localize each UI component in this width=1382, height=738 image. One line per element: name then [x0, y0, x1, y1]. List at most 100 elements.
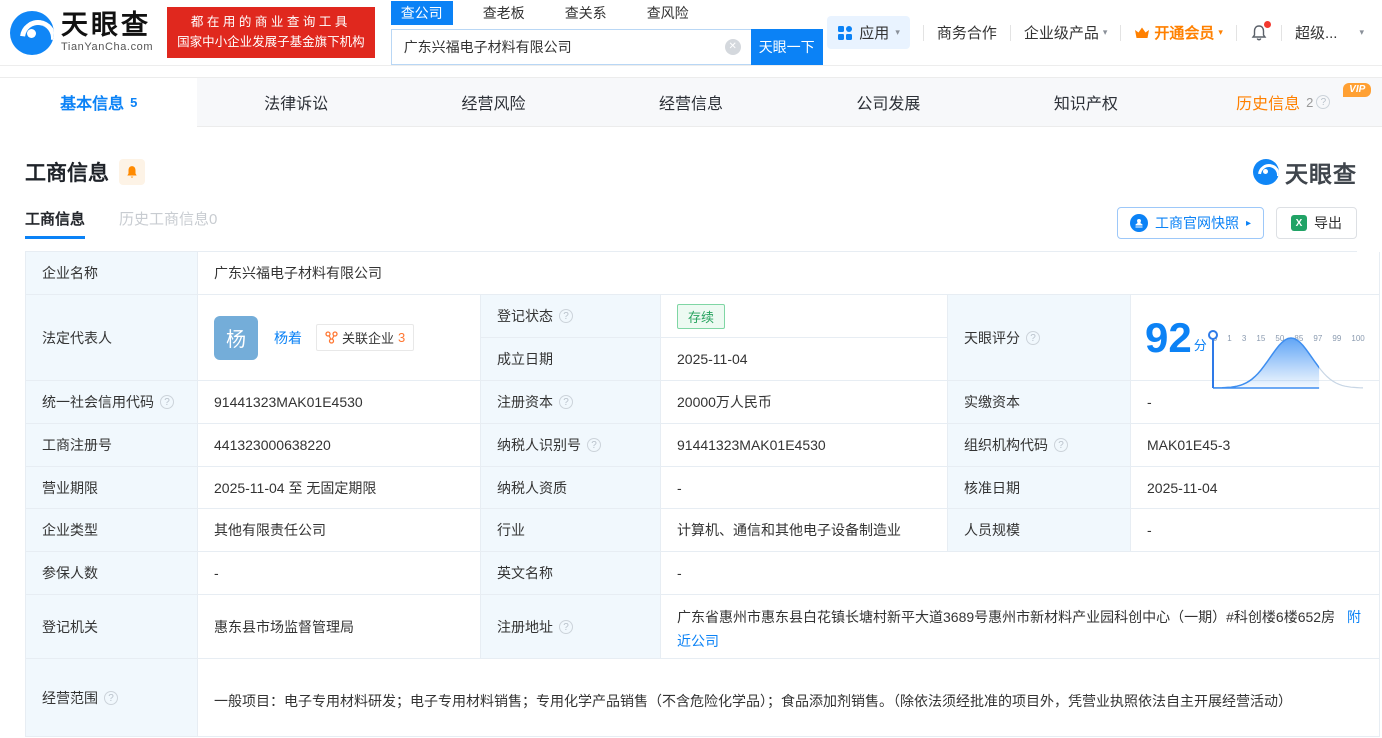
help-icon[interactable]: ?	[559, 395, 573, 409]
label-text: 参保人数	[42, 563, 98, 583]
promo-line2: 国家中小企业发展子基金旗下机构	[177, 33, 365, 52]
field-value-industry: 计算机、通信和其他电子设备制造业	[661, 509, 948, 552]
field-value-credit-code: 91441323MAK01E4530	[198, 381, 481, 424]
value-text: 惠东县市场监督管理局	[214, 617, 354, 637]
value-text: -	[214, 565, 219, 581]
nav-biz-cooperation[interactable]: 商务合作	[937, 22, 997, 43]
tab-operation-risk[interactable]: 经营风险	[395, 78, 592, 126]
tab-operation-info[interactable]: 经营信息	[592, 78, 789, 126]
value-text: -	[677, 480, 682, 496]
user-account[interactable]: 超级... ▾	[1295, 22, 1364, 43]
field-label-org-code: 组织机构代码 ?	[948, 424, 1131, 467]
tab-label: 法律诉讼	[264, 90, 328, 114]
field-label-company-name: 企业名称	[26, 252, 198, 295]
excel-icon: X	[1291, 215, 1307, 231]
business-info-table: 企业名称 广东兴福电子材料有限公司 法定代表人 杨 杨着 关联企业 3 登记状态…	[25, 251, 1357, 737]
score-distribution-chart: 0131550859799100	[1213, 332, 1365, 343]
search-tab-company[interactable]: 查公司	[391, 1, 453, 25]
search-tab-risk[interactable]: 查风险	[637, 1, 699, 25]
legal-rep-link[interactable]: 杨着	[274, 328, 302, 348]
label-text: 纳税人识别号	[497, 435, 581, 455]
divider	[1010, 25, 1011, 41]
tab-basic-info[interactable]: 基本信息 5	[0, 78, 197, 127]
tab-company-development[interactable]: 公司发展	[790, 78, 987, 126]
help-icon[interactable]: ?	[160, 395, 174, 409]
search-button[interactable]: 天眼一下	[751, 29, 823, 65]
field-value-approval-date: 2025-11-04	[1131, 467, 1380, 509]
value-text: 其他有限责任公司	[214, 520, 326, 540]
help-icon[interactable]: ?	[559, 309, 573, 323]
clear-icon[interactable]: ✕	[725, 39, 741, 55]
label-text: 注册资本	[497, 392, 553, 412]
subtab-history-business-info[interactable]: 历史工商信息0	[119, 208, 217, 239]
help-icon[interactable]: ?	[1054, 438, 1068, 452]
tab-label: 经营风险	[462, 90, 526, 114]
monitor-bell-button[interactable]	[119, 159, 145, 185]
help-icon[interactable]: ?	[1026, 331, 1040, 345]
value-text: -	[677, 565, 682, 581]
related-count: 3	[398, 330, 405, 345]
divider	[923, 25, 924, 41]
value-text: 441323000638220	[214, 437, 331, 453]
field-label-est-date: 成立日期	[481, 338, 661, 381]
search-tab-boss[interactable]: 查老板	[473, 1, 535, 25]
tab-label: 知识产权	[1054, 90, 1118, 114]
label-text: 工商注册号	[42, 435, 112, 455]
chevron-down-icon: ▾	[895, 27, 900, 38]
value-text: 2025-11-04 至 无固定期限	[214, 478, 376, 498]
search-input[interactable]	[391, 29, 751, 65]
label-text: 登记状态	[497, 306, 553, 326]
search-area: 查公司 查老板 查关系 查风险 ✕ 天眼一下	[391, 1, 823, 65]
tianyancha-logo-icon	[10, 11, 54, 55]
field-value-reg-capital: 20000万人民币	[661, 381, 948, 424]
notification-dot	[1264, 21, 1271, 28]
apps-menu[interactable]: 应用 ▾	[827, 16, 910, 49]
subtab-row: 工商信息 历史工商信息0 工商官网快照 ▸ X 导出	[25, 207, 1357, 239]
official-snapshot-button[interactable]: 工商官网快照 ▸	[1117, 207, 1264, 239]
field-value-english-name: -	[661, 552, 1380, 595]
value-text: 广东兴福电子材料有限公司	[214, 263, 382, 283]
label-text: 天眼评分	[964, 328, 1020, 348]
field-label-industry: 行业	[481, 509, 661, 552]
notification-bell[interactable]	[1250, 24, 1268, 42]
field-value-reg-address: 广东省惠州市惠东县白花镇长塘村新平大道3689号惠州市新材料产业园科创中心（一期…	[661, 595, 1380, 659]
field-label-business-scope: 经营范围 ?	[26, 659, 198, 737]
bell-icon	[125, 165, 139, 179]
help-icon[interactable]: ?	[587, 438, 601, 452]
subtab-business-info[interactable]: 工商信息	[25, 208, 85, 239]
stamp-icon	[1130, 214, 1148, 232]
scope-text: 一般项目：电子专用材料研发；电子专用材料销售；专用化学产品销售（不含危险化学品）…	[214, 693, 1292, 709]
tab-history-info[interactable]: VIP 历史信息 2 ?	[1185, 78, 1382, 126]
nav-enterprise-products[interactable]: 企业级产品 ▾	[1024, 22, 1108, 43]
tab-legal-litigation[interactable]: 法律诉讼	[197, 78, 394, 126]
header-nav: 应用 ▾ 商务合作 企业级产品 ▾ 开通会员 ▾ 超级...	[827, 16, 1364, 49]
tab-count: 5	[130, 95, 137, 110]
tab-intellectual-property[interactable]: 知识产权	[987, 78, 1184, 126]
related-companies-badge[interactable]: 关联企业 3	[316, 324, 414, 351]
help-icon[interactable]: ?	[1316, 95, 1330, 109]
field-label-staff-size: 人员规模	[948, 509, 1131, 552]
field-label-paid-capital: 实缴资本	[948, 381, 1131, 424]
help-icon[interactable]: ?	[559, 620, 573, 634]
avatar[interactable]: 杨	[214, 316, 258, 360]
field-value-company-type: 其他有限责任公司	[198, 509, 481, 552]
divider	[1120, 25, 1121, 41]
field-value-reg-authority: 惠东县市场监督管理局	[198, 595, 481, 659]
help-icon[interactable]: ?	[104, 691, 118, 705]
field-value-staff-size: -	[1131, 509, 1380, 552]
field-label-company-type: 企业类型	[26, 509, 198, 552]
tab-label: 公司发展	[856, 90, 920, 114]
enterprise-label: 企业级产品	[1024, 22, 1099, 43]
tianyancha-logo[interactable]: 天眼查 TianYanCha.com	[10, 11, 153, 55]
label-text: 企业名称	[42, 263, 98, 283]
field-value-insured-count: -	[198, 552, 481, 595]
value-text: -	[1147, 394, 1152, 410]
field-value-business-term: 2025-11-04 至 无固定期限	[198, 467, 481, 509]
value-text: 91441323MAK01E4530	[677, 437, 826, 453]
promo-banner: 都在用的商业查询工具 国家中小企业发展子基金旗下机构	[167, 7, 375, 58]
section-header: 工商信息 天眼查	[25, 155, 1357, 189]
nav-open-vip[interactable]: 开通会员 ▾	[1134, 22, 1223, 43]
search-tab-relation[interactable]: 查关系	[555, 1, 617, 25]
export-button[interactable]: X 导出	[1276, 207, 1357, 239]
label-text: 登记机关	[42, 617, 98, 637]
